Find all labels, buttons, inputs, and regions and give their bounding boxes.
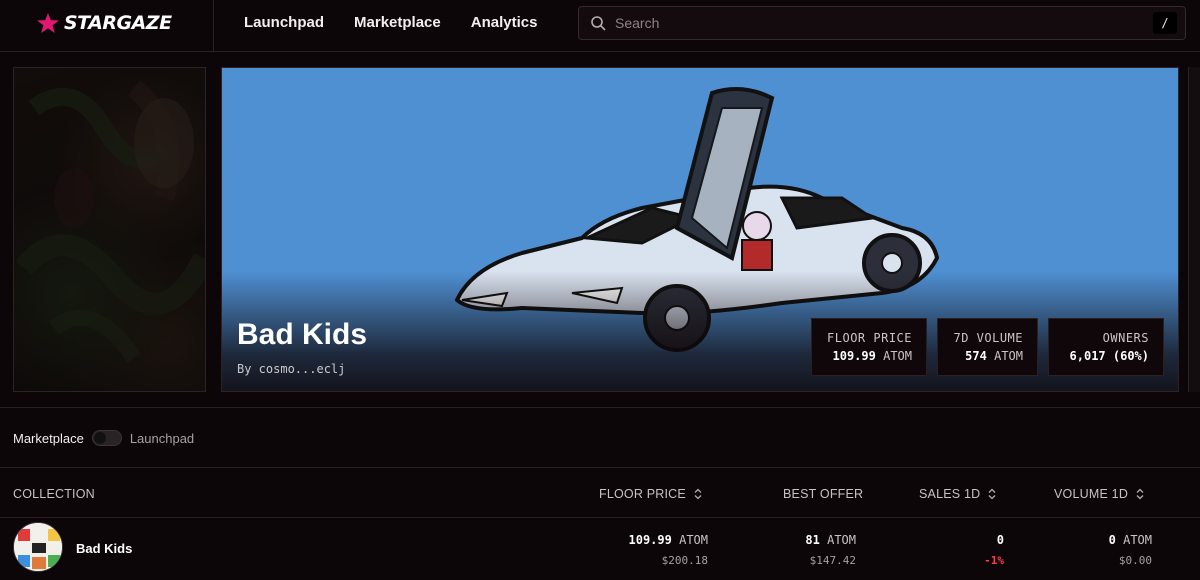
stat-value: 574 ATOM [938,349,1023,363]
toggle-label-marketplace[interactable]: Marketplace [13,431,84,446]
stat-value: 109.99 ATOM [812,349,913,363]
market-toggle: Marketplace Launchpad [13,430,194,446]
volume-unit: ATOM [1123,533,1152,547]
header-sales-1d[interactable]: SALES 1D [919,487,996,501]
header-collection-label: COLLECTION [13,487,95,501]
owners-stat: OWNERS 6,017 (60%) [1048,318,1164,376]
volume-number: 0 [1108,533,1116,547]
nav-analytics[interactable]: Analytics [471,14,538,31]
floor-usd: $200.18 [661,554,708,567]
stat-unit: ATOM [883,349,912,363]
sales-number: 0 [996,533,1004,547]
offer-unit: ATOM [827,533,856,547]
stat-number: 574 [965,349,987,363]
volume-usd: $0.00 [1118,554,1152,567]
header-floor-label: FLOOR PRICE [599,487,686,501]
floor-number: 109.99 [628,533,672,547]
floor-price-value: 109.99 ATOM [600,533,709,547]
header-offer-label: BEST OFFER [783,487,864,501]
sales-change: -1% [984,554,1004,567]
section-divider [0,407,1200,408]
top-header: STARGAZE Launchpad Marketplace Analytics… [0,0,1200,52]
stat-unit: (60%) [1112,349,1149,363]
nav-marketplace[interactable]: Marketplace [354,14,441,31]
sales-1d-cell: 0 -1% [950,533,1004,567]
search-icon [591,16,606,31]
bad-kids-avatar-art [14,523,62,571]
stat-number: 6,017 [1069,349,1106,363]
collection-avatar [13,522,63,572]
switch-knob [93,432,106,444]
brand-name: STARGAZE [64,12,172,34]
stargaze-logo[interactable]: STARGAZE [36,12,172,34]
nav-launchpad[interactable]: Launchpad [244,14,324,31]
header-collection: COLLECTION [13,487,95,501]
stat-value: 6,017 (60%) [1049,349,1149,363]
header-volume-1d[interactable]: VOLUME 1D [1054,487,1144,501]
header-divider [213,0,214,52]
search-shortcut-key: / [1153,12,1177,34]
stat-unit: ATOM [994,349,1023,363]
collection-name[interactable]: Bad Kids [76,541,132,556]
marketplace-launchpad-switch[interactable] [91,430,122,446]
header-volume-label: VOLUME 1D [1054,487,1129,501]
offer-number: 81 [805,533,820,547]
sort-icon [1136,488,1144,500]
section-divider [0,467,1200,468]
search-bar[interactable]: / [578,6,1186,40]
stat-number: 109.99 [832,349,876,363]
collection-creator[interactable]: By cosmo...eclj [237,362,345,376]
star-logo-icon [37,13,59,33]
previous-collection-banner[interactable] [13,67,206,392]
floor-price-stat: FLOOR PRICE 109.99 ATOM [811,318,927,376]
floor-price-cell: 109.99 ATOM $200.18 [600,533,709,567]
best-offer-value: 81 ATOM [770,533,856,547]
main-nav: Launchpad Marketplace Analytics [244,14,537,31]
volume-value: 0 ATOM [1080,533,1152,547]
volume-1d-cell: 0 ATOM $0.00 [1080,533,1152,567]
table-header-divider [0,517,1200,518]
header-sales-label: SALES 1D [919,487,981,501]
stat-label: 7D VOLUME [953,331,1023,345]
stat-label: OWNERS [1102,331,1149,345]
offer-usd: $147.42 [809,554,856,567]
floor-unit: ATOM [679,533,708,547]
sort-icon [694,488,702,500]
next-collection-banner[interactable] [1188,67,1200,392]
collection-title: Bad Kids [237,318,368,351]
search-input[interactable] [606,15,1153,31]
header-floor-price[interactable]: FLOOR PRICE [599,487,702,501]
sort-icon [988,488,996,500]
volume-7d-stat: 7D VOLUME 574 ATOM [937,318,1038,376]
featured-collection-hero[interactable]: Bad Kids By cosmo...eclj FLOOR PRICE 109… [221,67,1179,392]
toggle-label-launchpad[interactable]: Launchpad [130,431,194,446]
banner-shade [14,68,205,391]
best-offer-cell: 81 ATOM $147.42 [770,533,856,567]
stat-label: FLOOR PRICE [827,331,912,345]
header-best-offer[interactable]: BEST OFFER [783,487,863,501]
